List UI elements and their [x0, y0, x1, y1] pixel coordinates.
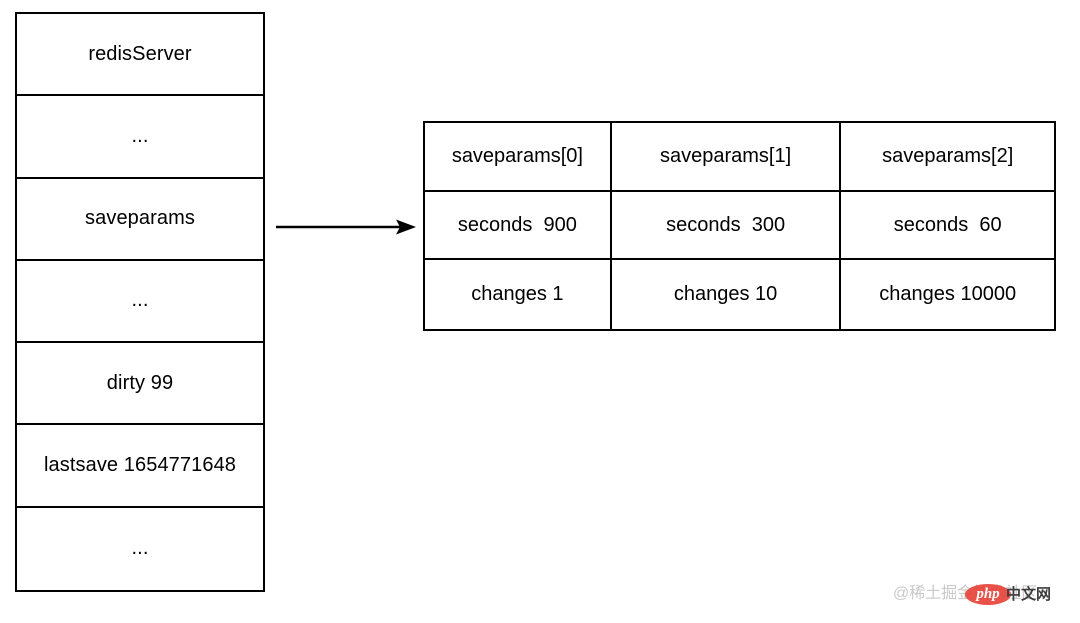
arrow-icon — [276, 219, 416, 235]
struct-row: ... — [17, 96, 263, 179]
saveparams-changes-2: changes 10000 — [879, 283, 1017, 306]
struct-row: dirty 99 — [17, 343, 263, 426]
struct-cell-dirty: dirty 99 — [106, 371, 174, 394]
saveparams-seconds-2: seconds 60 — [893, 213, 1002, 236]
diagram-canvas: redisServer ... saveparams ... dirty 99 … — [0, 0, 1080, 623]
saveparams-changes-1: changes 10 — [612, 260, 842, 329]
struct-cell-ellipsis-bottom: ... — [131, 537, 149, 560]
saveparams-array-table: saveparams[0] saveparams[1] saveparams[2… — [423, 121, 1056, 331]
struct-row: redisServer — [17, 14, 263, 97]
saveparams-header-0: saveparams[0] — [425, 123, 612, 190]
struct-cell-lastsave: lastsave 1654771648 — [43, 454, 237, 477]
struct-cell-ellipsis-middle: ... — [131, 289, 149, 312]
redis-server-struct-table: redisServer ... saveparams ... dirty 99 … — [15, 12, 265, 592]
watermark: @稀土掘金技术社区 php 中文网 — [893, 583, 1063, 609]
struct-row: ... — [17, 261, 263, 344]
struct-row: ... — [17, 508, 263, 590]
saveparams-header-row: saveparams[0] saveparams[1] saveparams[2… — [425, 123, 1054, 192]
saveparams-changes-row: changes 1 changes 10 changes 10000 — [425, 260, 1054, 329]
saveparams-header-1: saveparams[1] — [612, 123, 842, 190]
saveparams-seconds-row: seconds 900 seconds 300 seconds 60 — [425, 191, 1054, 261]
saveparams-seconds-0: seconds 900 — [425, 191, 612, 259]
saveparams-pointer-arrow — [276, 210, 416, 244]
struct-row: saveparams — [17, 179, 263, 261]
struct-cell-saveparams: saveparams — [85, 207, 195, 230]
saveparams-header-2: saveparams[2] — [882, 144, 1014, 167]
watermark-site-text: 中文网 — [1006, 586, 1052, 603]
saveparams-seconds-1: seconds 300 — [612, 191, 842, 259]
saveparams-changes-0: changes 1 — [425, 260, 612, 329]
struct-cell-redis-server: redisServer — [88, 42, 192, 65]
php-logo-icon: php — [965, 584, 1011, 605]
struct-cell-ellipsis-top: ... — [131, 124, 149, 147]
struct-row: lastsave 1654771648 — [17, 425, 263, 508]
